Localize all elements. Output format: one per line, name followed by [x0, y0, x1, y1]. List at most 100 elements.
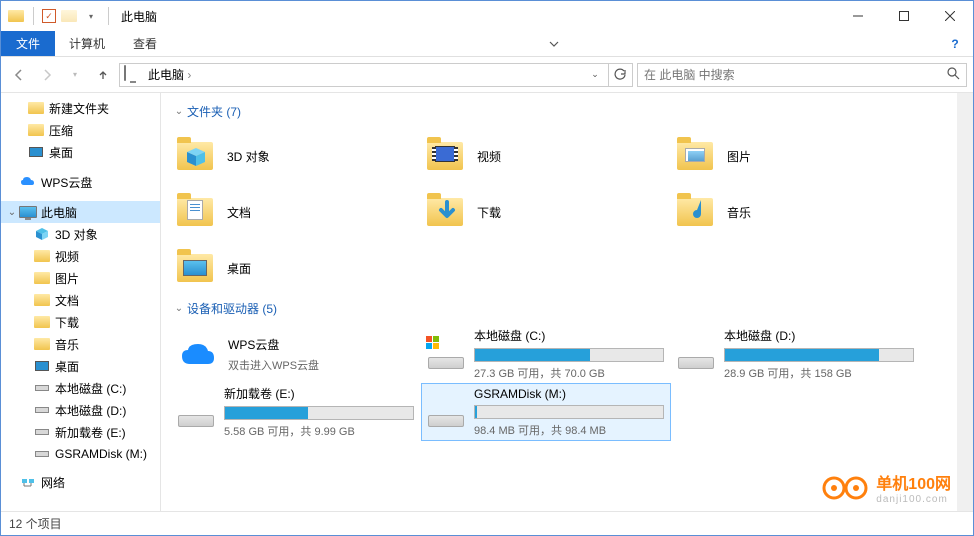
folder-item[interactable]: 图片	[671, 128, 921, 184]
close-button[interactable]	[927, 1, 973, 31]
file-tab[interactable]: 文件	[1, 31, 55, 56]
folder-icon	[427, 136, 467, 176]
watermark: 单机100网 danji100.com	[822, 470, 951, 505]
sidebar-item[interactable]: 新建文件夹	[1, 97, 160, 119]
refresh-button[interactable]	[609, 63, 633, 87]
sidebar-item[interactable]: 音乐	[1, 333, 160, 355]
drive-icon	[428, 334, 464, 374]
qat-properties-icon[interactable]: ✓	[42, 9, 56, 23]
folder-icon	[177, 136, 217, 176]
sidebar-item[interactable]: 压缩	[1, 119, 160, 141]
address-bar[interactable]: 此电脑 › ⌄	[119, 63, 609, 87]
folder-item[interactable]: 视频	[421, 128, 671, 184]
folder-item[interactable]: 音乐	[671, 184, 921, 240]
search-input[interactable]	[644, 68, 947, 82]
group-folders-header[interactable]: ⌄ 文件夹 (7)	[171, 103, 947, 120]
sidebar-item[interactable]: 视频	[1, 245, 160, 267]
sidebar-item[interactable]: GSRAMDisk (M:)	[1, 443, 160, 465]
sidebar-item-thispc[interactable]: ⌄ 此电脑	[1, 201, 160, 223]
collapse-icon[interactable]: ⌄	[171, 303, 187, 314]
tab-view[interactable]: 查看	[119, 31, 171, 56]
qat-new-icon[interactable]	[60, 7, 78, 25]
group-devices-header[interactable]: ⌄ 设备和驱动器 (5)	[171, 300, 947, 317]
sidebar-item[interactable]: 桌面	[1, 355, 160, 377]
drive-icon	[678, 334, 714, 374]
qat-icon-folder	[7, 7, 25, 25]
group-devices-title: 设备和驱动器 (5)	[187, 300, 277, 317]
expand-icon[interactable]: ⌄	[5, 207, 19, 218]
sidebar-item-wps[interactable]: WPS云盘	[1, 171, 160, 193]
tree-icon	[33, 402, 51, 418]
tree-icon	[33, 314, 51, 330]
drive-icon	[428, 392, 464, 432]
address-segment[interactable]: 此电脑	[148, 68, 184, 82]
drive-name: WPS云盘	[228, 336, 414, 353]
drive-capacity-text: 28.9 GB 可用，共 158 GB	[724, 365, 914, 381]
sidebar-item[interactable]: 下载	[1, 311, 160, 333]
tree-label: 本地磁盘 (C:)	[55, 380, 126, 397]
maximize-button[interactable]	[881, 1, 927, 31]
recent-locations-icon[interactable]: ▾	[63, 63, 87, 87]
tree-label: WPS云盘	[41, 174, 92, 191]
folder-item[interactable]: 下载	[421, 184, 671, 240]
tree-label: 3D 对象	[55, 226, 98, 243]
folder-icon	[677, 192, 717, 232]
sidebar-item[interactable]: 桌面	[1, 141, 160, 163]
folder-item[interactable]: 桌面	[171, 240, 421, 296]
search-icon[interactable]	[947, 67, 960, 83]
up-button[interactable]	[91, 63, 115, 87]
qat-dropdown-icon[interactable]: ▾	[82, 7, 100, 25]
folder-label: 文档	[227, 204, 251, 221]
navbar: ▾ 此电脑 › ⌄	[1, 57, 973, 93]
sidebar-item[interactable]: 文档	[1, 289, 160, 311]
folder-label: 图片	[727, 148, 751, 165]
sidebar-item[interactable]: 本地磁盘 (C:)	[1, 377, 160, 399]
folder-label: 桌面	[227, 260, 251, 277]
ribbon-expand-icon[interactable]	[536, 31, 572, 56]
folder-item[interactable]: 文档	[171, 184, 421, 240]
search-box[interactable]	[637, 63, 967, 87]
tree-icon	[33, 380, 51, 396]
content-pane: ⌄ 文件夹 (7) 3D 对象视频 图片文档 下载 音乐桌面 ⌄ 设备和驱动器 (5)…	[161, 93, 957, 511]
group-folders-title: 文件夹 (7)	[187, 103, 241, 120]
titlebar: ✓ ▾ 此电脑	[1, 1, 973, 31]
drive-capacity-text: 5.58 GB 可用，共 9.99 GB	[224, 423, 414, 439]
drive-item[interactable]: 本地磁盘 (C:)27.3 GB 可用，共 70.0 GB	[421, 325, 671, 383]
tree-label: 视频	[55, 248, 79, 265]
cloud-icon	[180, 342, 216, 366]
drive-item[interactable]: 本地磁盘 (D:)28.9 GB 可用，共 158 GB	[671, 325, 921, 383]
capacity-bar	[224, 406, 414, 420]
item-count: 12 个项目	[9, 515, 62, 532]
tree-icon	[33, 270, 51, 286]
help-icon[interactable]: ?	[937, 31, 973, 56]
capacity-bar	[474, 405, 664, 419]
tab-computer[interactable]: 计算机	[55, 31, 119, 56]
tree-label: 桌面	[49, 144, 73, 161]
folder-label: 音乐	[727, 204, 751, 221]
address-dropdown-icon[interactable]: ⌄	[586, 69, 604, 80]
drive-item[interactable]: WPS云盘双击进入WPS云盘	[171, 325, 421, 383]
tree-icon	[27, 122, 45, 138]
drive-capacity-text: 98.4 MB 可用，共 98.4 MB	[474, 422, 664, 438]
tree-label: 此电脑	[41, 204, 77, 221]
minimize-button[interactable]	[835, 1, 881, 31]
drive-capacity-text: 27.3 GB 可用，共 70.0 GB	[474, 365, 664, 381]
back-button[interactable]	[7, 63, 31, 87]
forward-button[interactable]	[35, 63, 59, 87]
collapse-icon[interactable]: ⌄	[171, 106, 187, 117]
drive-item[interactable]: GSRAMDisk (M:)98.4 MB 可用，共 98.4 MB	[421, 383, 671, 441]
folder-icon	[177, 192, 217, 232]
sidebar-item-network[interactable]: 网络	[1, 471, 160, 493]
drive-item[interactable]: 新加载卷 (E:)5.58 GB 可用，共 9.99 GB	[171, 383, 421, 441]
capacity-bar	[474, 348, 664, 362]
sidebar-item[interactable]: 图片	[1, 267, 160, 289]
tree-label: 压缩	[49, 122, 73, 139]
sidebar-item[interactable]: 新加载卷 (E:)	[1, 421, 160, 443]
sidebar-item[interactable]: 本地磁盘 (D:)	[1, 399, 160, 421]
tree-icon	[19, 474, 37, 490]
scrollbar-vertical[interactable]	[957, 93, 973, 511]
tree-icon	[33, 336, 51, 352]
folder-item[interactable]: 3D 对象	[171, 128, 421, 184]
sidebar-item[interactable]: 3D 对象	[1, 223, 160, 245]
tree-icon	[33, 424, 51, 440]
